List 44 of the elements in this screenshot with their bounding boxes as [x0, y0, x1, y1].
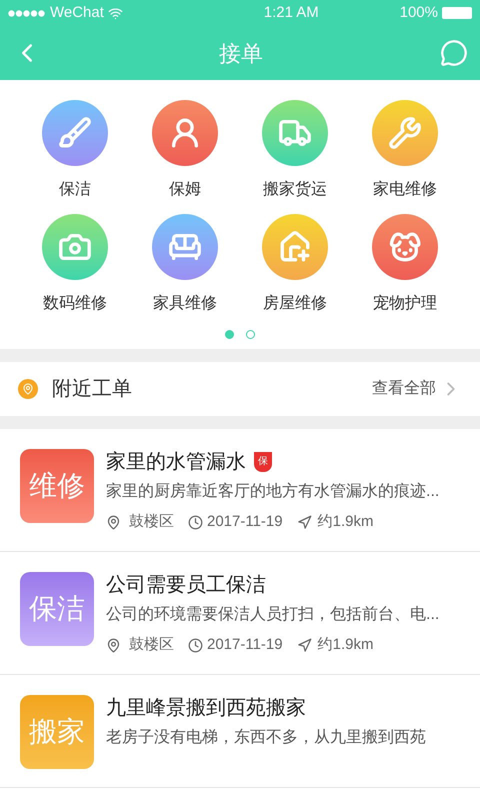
category-item[interactable]: 家电维修: [350, 100, 460, 200]
battery-text: 100%: [400, 2, 438, 23]
order-description: 老房子没有电梯，东西不多，从九里搬到西苑: [106, 728, 426, 748]
date-text: 2017-11-19: [207, 512, 283, 532]
district-text: 鼓楼区: [129, 635, 174, 655]
category-tag: 维修: [20, 449, 94, 523]
category-tag: 保洁: [20, 572, 94, 646]
distance-text: 约1.9km: [318, 635, 374, 655]
order-card[interactable]: 维修 家里的水管漏水 保 家里的厨房靠近客厅的地方有水管漏水的痕迹... 鼓楼区 2017-11-19 约1.9km: [0, 429, 480, 552]
clock-icon: [188, 638, 203, 652]
navigation-icon: [296, 514, 312, 530]
location-icon: [106, 638, 121, 652]
carrier-text: WeChat: [50, 2, 104, 23]
wifi-icon: [108, 6, 123, 20]
order-description: 公司的环境需要保洁人员打扫，包括前台、电...: [106, 604, 440, 625]
signal-icon: [8, 10, 46, 16]
category-item[interactable]: 房屋维修: [240, 214, 350, 314]
page-title: 接单: [219, 40, 263, 68]
category-item[interactable]: 保洁: [20, 100, 130, 200]
category-item[interactable]: 保姆: [130, 100, 240, 200]
distance-text: 约1.9km: [318, 512, 374, 532]
district-text: 鼓楼区: [129, 512, 174, 532]
battery-icon: [442, 7, 472, 19]
order-card[interactable]: 保洁 公司需要员工保洁 公司的环境需要保洁人员打扫，包括前台、电... 鼓楼区 2017-11-19 约1.9km: [0, 552, 480, 675]
order-title: 公司需要员工保洁: [106, 573, 266, 598]
location-icon: [106, 514, 121, 530]
clock-text: 1:21 AM: [264, 2, 319, 23]
category-item[interactable]: 数码维修: [20, 214, 130, 314]
view-all-link[interactable]: 查看全部: [372, 377, 462, 401]
insured-badge: 保: [254, 452, 272, 472]
order-title: 家里的水管漏水: [106, 450, 246, 475]
category-item[interactable]: 搬家货运: [240, 100, 350, 200]
category-item[interactable]: 宠物护理: [350, 214, 460, 314]
order-title: 九里峰景搬到西苑搬家: [106, 696, 306, 721]
category-item[interactable]: 家具维修: [130, 214, 240, 314]
category-tag: 搬家: [20, 695, 94, 769]
clock-icon: [188, 514, 203, 530]
order-card[interactable]: 搬家 九里峰景搬到西苑搬家 老房子没有电梯，东西不多，从九里搬到西苑: [0, 675, 480, 788]
chat-button[interactable]: [440, 39, 468, 67]
location-pin-icon: [18, 379, 38, 399]
navigation-icon: [296, 638, 312, 652]
section-title: 附近工单: [52, 377, 132, 402]
order-description: 家里的厨房靠近客厅的地方有水管漏水的痕迹...: [106, 482, 440, 502]
date-text: 2017-11-19: [207, 635, 283, 655]
